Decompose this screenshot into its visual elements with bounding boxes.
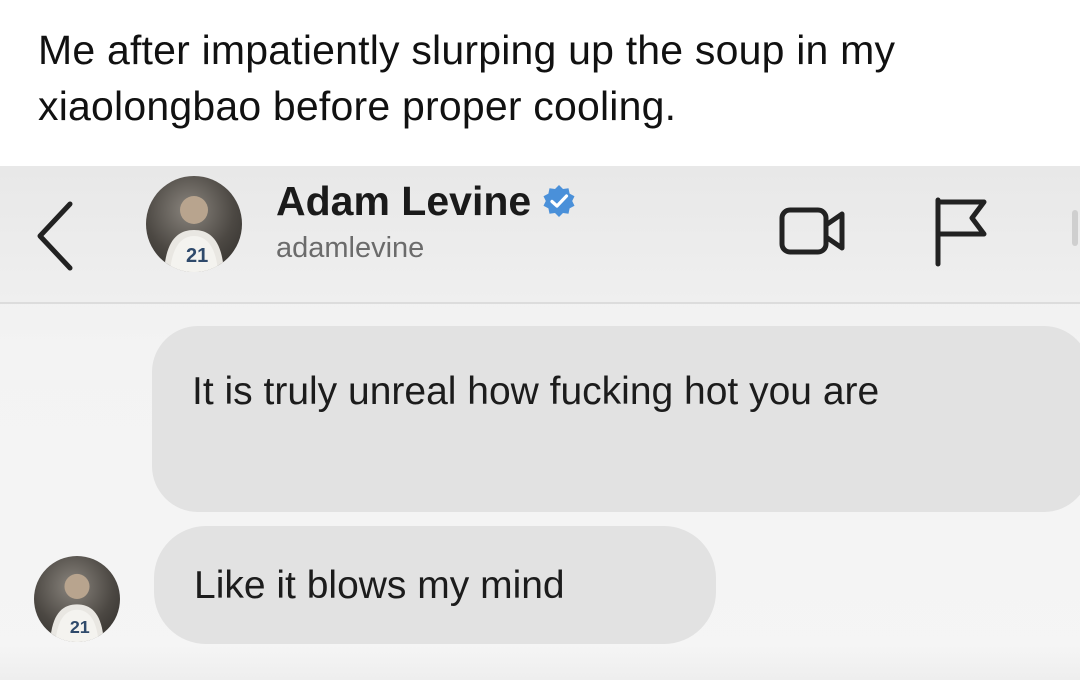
contact-username: adamlevine bbox=[276, 232, 425, 264]
chat-screenshot: 21 Adam Levine adamlevine It is truly un… bbox=[0, 166, 1080, 680]
avatar-jersey-number: 21 bbox=[70, 617, 90, 637]
chat-header: 21 Adam Levine adamlevine bbox=[0, 166, 1080, 304]
message-text: It is truly unreal how fucking hot you a… bbox=[192, 370, 880, 413]
contact-name-row[interactable]: Adam Levine bbox=[276, 172, 577, 230]
contact-name: Adam Levine bbox=[276, 177, 532, 224]
back-button[interactable] bbox=[30, 196, 80, 276]
verified-badge-icon bbox=[543, 185, 575, 217]
bottom-fade bbox=[0, 646, 1080, 680]
chevron-left-icon bbox=[37, 201, 73, 271]
avatar-photo: 21 bbox=[164, 196, 224, 272]
avatar-jersey-number: 21 bbox=[186, 245, 208, 267]
meme-caption: Me after impatiently slurping up the sou… bbox=[38, 27, 896, 129]
message-bubble[interactable]: Like it blows my mind bbox=[154, 526, 716, 644]
flag-icon bbox=[935, 197, 987, 267]
video-camera-icon bbox=[779, 207, 845, 255]
sender-avatar[interactable]: 21 bbox=[34, 556, 120, 642]
report-button[interactable] bbox=[930, 194, 992, 268]
profile-avatar[interactable]: 21 bbox=[146, 176, 242, 272]
message-text: Like it blows my mind bbox=[194, 564, 565, 607]
message-bubble[interactable]: It is truly unreal how fucking hot you a… bbox=[152, 326, 1080, 512]
edge-divider bbox=[1072, 210, 1078, 246]
avatar-photo: 21 bbox=[50, 573, 104, 642]
video-call-button[interactable] bbox=[778, 204, 850, 258]
